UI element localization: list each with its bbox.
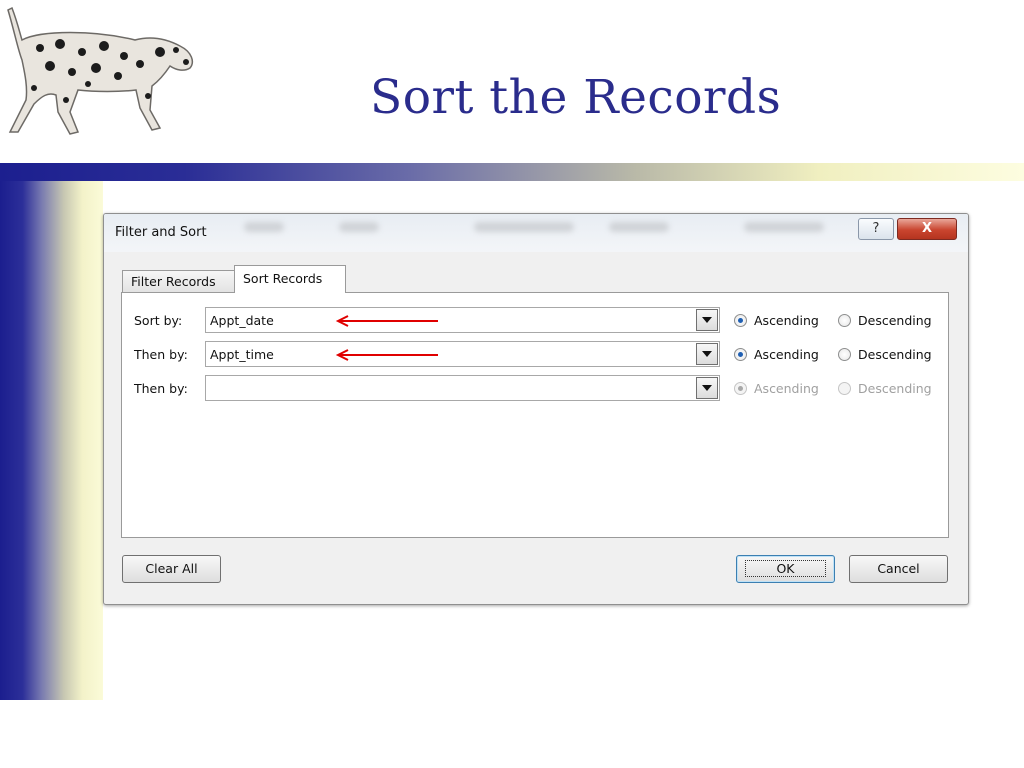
then-by-ascending-label-1[interactable]: Ascending [754, 347, 819, 362]
then-by-descending-label-2: Descending [858, 381, 932, 396]
cancel-button[interactable]: Cancel [849, 555, 948, 583]
then-by-field-1[interactable]: Appt_time [205, 341, 720, 367]
sort-by-descending-radio[interactable] [838, 314, 851, 327]
red-arrow-icon [335, 315, 438, 327]
chevron-down-icon [702, 351, 712, 357]
sort-records-panel: Sort by: Appt_date Ascending Descending … [121, 292, 949, 538]
then-by-descending-label-1[interactable]: Descending [858, 347, 932, 362]
then-by-descending-radio-1[interactable] [838, 348, 851, 361]
help-button[interactable]: ? [858, 218, 894, 240]
close-button[interactable]: X [897, 218, 957, 240]
chevron-down-icon [702, 317, 712, 323]
then-by-dropdown-button-1[interactable] [696, 343, 718, 365]
chevron-down-icon [702, 385, 712, 391]
sort-by-dropdown-button[interactable] [696, 309, 718, 331]
sort-by-ascending-label[interactable]: Ascending [754, 313, 819, 328]
red-arrow-icon [335, 349, 438, 361]
then-by-label-1: Then by: [134, 347, 188, 362]
sidebar-gradient-band [0, 181, 103, 700]
then-by-label-2: Then by: [134, 381, 188, 396]
tab-sort-records[interactable]: Sort Records [234, 265, 346, 293]
sort-by-descending-label[interactable]: Descending [858, 313, 932, 328]
dialog-title: Filter and Sort [115, 225, 207, 240]
then-by-field-2[interactable] [205, 375, 720, 401]
clear-all-button[interactable]: Clear All [122, 555, 221, 583]
dialog-titlebar: Filter and Sort ? X [104, 214, 968, 252]
then-by-dropdown-button-2[interactable] [696, 377, 718, 399]
header-gradient-band [0, 163, 1024, 181]
tab-filter-records[interactable]: Filter Records [122, 270, 235, 292]
then-by-ascending-radio-1[interactable] [734, 348, 747, 361]
sort-by-value: Appt_date [210, 313, 274, 328]
then-by-ascending-label-2: Ascending [754, 381, 819, 396]
sort-by-ascending-radio[interactable] [734, 314, 747, 327]
then-by-descending-radio-2 [838, 382, 851, 395]
sort-by-label: Sort by: [134, 313, 183, 328]
dalmatian-image [7, 6, 193, 135]
ok-button-label: OK [745, 560, 826, 577]
then-by-value-1: Appt_time [210, 347, 274, 362]
then-by-ascending-radio-2 [734, 382, 747, 395]
slide-title: Sort the Records [370, 70, 782, 125]
filter-and-sort-dialog: Filter and Sort ? X Filter Records Sort … [103, 213, 969, 605]
ok-button[interactable]: OK [736, 555, 835, 583]
sort-by-field[interactable]: Appt_date [205, 307, 720, 333]
